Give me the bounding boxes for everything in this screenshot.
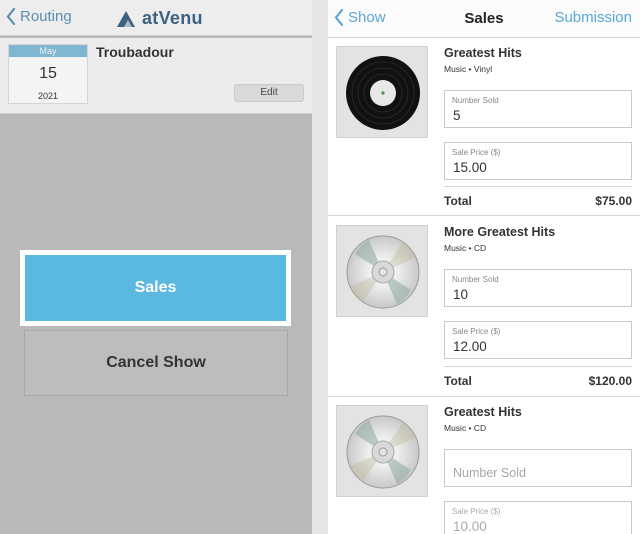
number-sold-field[interactable]: Number Sold [444,449,632,487]
total-value: $120.00 [588,374,632,388]
product-thumbnail [336,46,428,138]
app-logo: atVenu [116,8,203,29]
nav-bar: Routing atVenu [0,0,312,36]
show-detail-panel: Routing atVenu May 15 2021 Troubadour Ed… [0,0,312,534]
date-month: May [9,45,87,57]
product-item: Greatest Hits Music • CD Number Sold Sal… [328,397,640,534]
sale-price-field[interactable]: Sale Price ($) 15.00 [444,142,632,180]
product-category: Music • Vinyl [444,64,493,74]
number-sold-value: 10 [453,287,469,302]
sales-button[interactable]: Sales [20,250,291,326]
venue-name: Troubadour [96,44,174,60]
chevron-left-icon [6,8,16,25]
product-name: More Greatest Hits [444,225,556,239]
total-row: Total $75.00 [444,186,632,214]
total-label: Total [444,374,472,388]
sales-button-label: Sales [25,255,286,321]
product-thumbnail [336,405,428,497]
panel-divider [312,0,328,534]
show-card[interactable]: May 15 2021 Troubadour Edit [0,38,312,114]
date-day: 15 [39,65,57,82]
sale-price-field[interactable]: Sale Price ($) 10.00 [444,501,632,534]
product-name: Greatest Hits [444,46,522,60]
product-thumbnail [336,225,428,317]
sale-price-value: 12.00 [453,339,487,354]
submission-button[interactable]: Submission [554,9,632,26]
total-label: Total [444,194,472,208]
number-sold-field[interactable]: Number Sold 10 [444,269,632,307]
number-sold-placeholder: Number Sold [453,466,526,480]
sale-price-label: Sale Price ($) [452,507,501,516]
number-sold-label: Number Sold [452,275,499,284]
product-item: Greatest Hits Music • Vinyl Number Sold … [328,38,640,216]
sale-price-label: Sale Price ($) [452,327,501,336]
cd-icon [346,415,420,489]
sale-price-value: 15.00 [453,160,487,175]
total-row: Total $120.00 [444,366,632,394]
total-value: $75.00 [595,194,632,208]
cd-icon [346,235,420,309]
number-sold-field[interactable]: Number Sold 5 [444,90,632,128]
product-category: Music • CD [444,423,487,433]
number-sold-label: Number Sold [452,96,499,105]
date-year: 2021 [37,91,59,101]
sale-price-field[interactable]: Sale Price ($) 12.00 [444,321,632,359]
number-sold-value: 5 [453,108,461,123]
product-item: More Greatest Hits Music • CD Number Sol… [328,217,640,397]
date-badge: May 15 2021 [8,44,88,104]
nav-bar: Show Sales Submission [328,0,640,38]
vinyl-record-icon [346,56,420,130]
back-label: Routing [20,8,72,25]
logo-text: atVenu [142,8,203,28]
sales-panel: Show Sales Submission Greatest Hits Musi… [328,0,640,534]
edit-button[interactable]: Edit [234,84,304,102]
product-category: Music • CD [444,243,487,253]
back-button[interactable]: Routing [6,8,72,25]
atvenu-logo-icon [117,10,135,27]
cancel-show-button[interactable]: Cancel Show [24,330,288,396]
product-name: Greatest Hits [444,405,522,419]
sale-price-value: 10.00 [453,519,487,534]
sale-price-label: Sale Price ($) [452,148,501,157]
